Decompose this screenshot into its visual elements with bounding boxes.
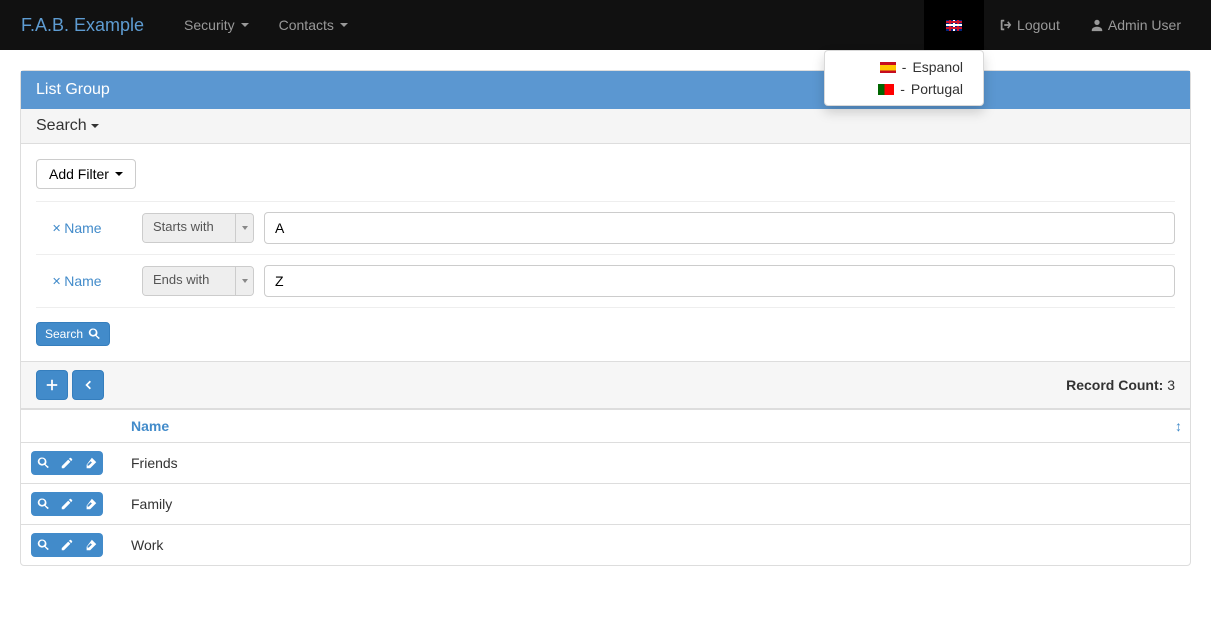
cell-name: Friends (121, 443, 1190, 484)
row-actions (31, 451, 103, 475)
add-filter-button[interactable]: Add Filter (36, 159, 136, 189)
sort-icon[interactable]: ↕ (1175, 418, 1182, 434)
search-icon (87, 327, 101, 341)
brand-link[interactable]: F.A.B. Example (15, 15, 159, 36)
row-actions (31, 533, 103, 557)
delete-button[interactable] (79, 492, 103, 516)
cell-name: Work (121, 525, 1190, 566)
filter-field-label: Name (64, 220, 101, 236)
delete-button[interactable] (79, 533, 103, 557)
nav-logout[interactable]: Logout (984, 0, 1075, 50)
search-toggle-label: Search (36, 117, 87, 135)
nav-security[interactable]: Security (169, 2, 264, 48)
filter-value-input[interactable] (264, 212, 1175, 244)
remove-filter[interactable]: ✕ Name (36, 273, 132, 289)
lang-pt-label: Portugal (911, 81, 963, 97)
search-button-label: Search (45, 327, 83, 341)
edit-button[interactable] (55, 533, 79, 557)
filter-op-value: Starts with (143, 214, 235, 242)
eraser-icon (84, 497, 98, 511)
col-actions-header (21, 410, 121, 443)
search-icon (36, 456, 50, 470)
record-count-value: 3 (1167, 377, 1175, 393)
edit-icon (60, 456, 74, 470)
navbar: F.A.B. Example Security Contacts - Espan… (0, 0, 1211, 50)
lang-dash: - (902, 59, 907, 75)
caret-down-icon (340, 23, 348, 27)
col-name-header[interactable]: Name ↕ (121, 410, 1190, 443)
add-button[interactable] (36, 370, 68, 400)
nav-contacts[interactable]: Contacts (264, 2, 363, 48)
user-icon (1090, 18, 1104, 32)
logout-icon (999, 18, 1013, 32)
nav-contacts-label: Contacts (279, 17, 334, 33)
show-button[interactable] (31, 492, 55, 516)
table-row: Work (21, 525, 1190, 566)
select-toggle[interactable] (235, 267, 253, 295)
panel-title: List Group (21, 71, 1190, 109)
add-filter-label: Add Filter (49, 166, 109, 182)
edit-button[interactable] (55, 451, 79, 475)
language-dropdown[interactable]: - Espanol - Portugal (924, 0, 984, 50)
search-button[interactable]: Search (36, 322, 110, 346)
flag-uk-icon (946, 20, 962, 31)
close-icon: ✕ (52, 222, 61, 235)
filter-op-select[interactable]: Ends with (142, 266, 254, 296)
filter-op-value: Ends with (143, 267, 235, 295)
filter-row: ✕ Name Starts with (36, 201, 1175, 255)
caret-down-icon (91, 124, 99, 128)
edit-icon (60, 538, 74, 552)
filter-value-input[interactable] (264, 265, 1175, 297)
remove-filter[interactable]: ✕ Name (36, 220, 132, 236)
search-toggle[interactable]: Search (21, 109, 1190, 144)
lang-es-label: Espanol (912, 59, 963, 75)
lang-option-es[interactable]: - Espanol (825, 56, 983, 78)
nav-security-label: Security (184, 17, 235, 33)
table-row: Family (21, 484, 1190, 525)
show-button[interactable] (31, 451, 55, 475)
nav-user[interactable]: Admin User (1075, 0, 1196, 50)
data-table: Name ↕ Friends Family (21, 409, 1190, 565)
cell-name: Family (121, 484, 1190, 525)
lang-dash: - (900, 81, 905, 97)
panel-list-group: List Group Search Add Filter ✕ Name Star… (20, 70, 1191, 566)
plus-icon (45, 378, 59, 392)
caret-down-icon (241, 23, 249, 27)
record-count: Record Count: 3 (1066, 377, 1175, 393)
select-toggle[interactable] (235, 214, 253, 242)
search-icon (36, 497, 50, 511)
caret-down-icon (242, 279, 248, 283)
language-menu: - Espanol - Portugal (824, 50, 984, 106)
nav-user-label: Admin User (1108, 17, 1181, 33)
eraser-icon (84, 456, 98, 470)
edit-icon (60, 497, 74, 511)
arrow-left-icon (81, 378, 95, 392)
close-icon: ✕ (52, 275, 61, 288)
caret-down-icon (115, 172, 123, 176)
table-row: Friends (21, 443, 1190, 484)
list-toolbar: Record Count: 3 (21, 361, 1190, 409)
edit-button[interactable] (55, 492, 79, 516)
filter-op-select[interactable]: Starts with (142, 213, 254, 243)
lang-option-pt[interactable]: - Portugal (825, 78, 983, 100)
nav-logout-label: Logout (1017, 17, 1060, 33)
delete-button[interactable] (79, 451, 103, 475)
caret-down-icon (242, 226, 248, 230)
eraser-icon (84, 538, 98, 552)
row-actions (31, 492, 103, 516)
flag-es-icon (880, 62, 896, 73)
col-name-label: Name (131, 418, 169, 434)
filter-field-label: Name (64, 273, 101, 289)
filter-row: ✕ Name Ends with (36, 255, 1175, 308)
search-icon (36, 538, 50, 552)
search-body: Add Filter ✕ Name Starts with ✕ Name (21, 144, 1190, 361)
record-count-label: Record Count: (1066, 377, 1163, 393)
back-button[interactable] (72, 370, 104, 400)
flag-pt-icon (878, 84, 894, 95)
show-button[interactable] (31, 533, 55, 557)
